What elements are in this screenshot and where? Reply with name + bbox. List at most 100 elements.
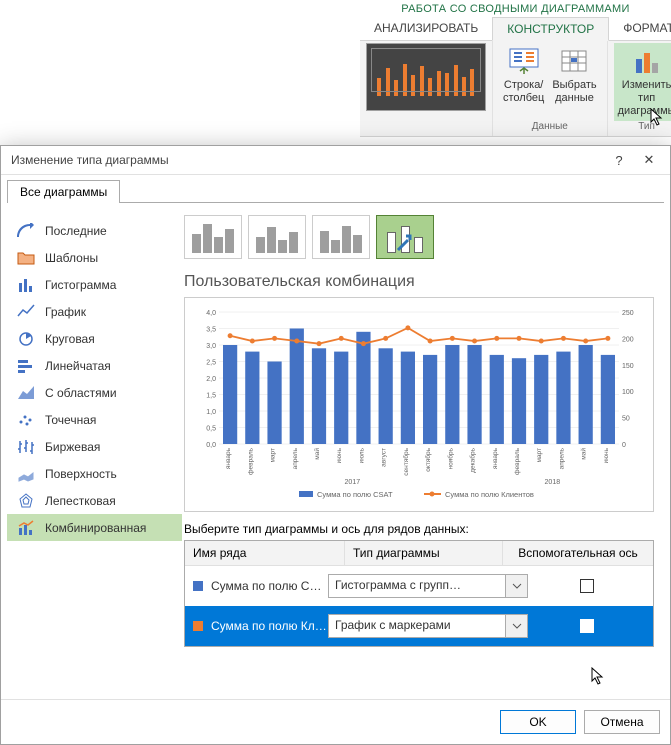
select-data-button[interactable]: Выбрать данные <box>548 43 600 121</box>
series-type-select-0[interactable]: Гистограмма с групп… <box>328 574 528 598</box>
chart-preview: 0,00,51,01,52,02,53,03,54,00501001502002… <box>187 304 651 504</box>
tab-design[interactable]: КОНСТРУКТОР <box>492 17 609 41</box>
switch-icon <box>508 45 540 77</box>
series-name-0: Сумма по полю CS… <box>211 579 328 593</box>
cancel-button[interactable]: Отмена <box>584 710 660 734</box>
right-panel: Пользовательская комбинация 0,00,51,01,5… <box>182 209 664 699</box>
svg-text:декабрь: декабрь <box>469 447 477 472</box>
ribbon-group-styles-label <box>425 121 428 134</box>
subtype-row <box>184 215 654 259</box>
type-combo[interactable]: Комбинированная <box>7 514 182 541</box>
series-swatch-0 <box>193 581 203 591</box>
switch-row-col-button[interactable]: Строка/ столбец <box>499 43 548 121</box>
change-type-icon <box>631 45 663 77</box>
svg-text:50: 50 <box>622 416 630 423</box>
type-stock[interactable]: Биржевая <box>7 433 182 460</box>
svg-text:100: 100 <box>622 389 634 396</box>
area-icon <box>17 385 35 401</box>
series-header: Имя ряда Тип диаграммы Вспомогательная о… <box>185 541 653 566</box>
svg-text:0,0: 0,0 <box>206 442 216 449</box>
type-bar[interactable]: Линейчатая <box>7 352 182 379</box>
series-swatch-1 <box>193 621 203 631</box>
chevron-down-icon <box>505 575 527 597</box>
svg-text:март: март <box>536 448 543 463</box>
svg-text:октябрь: октябрь <box>424 447 432 471</box>
svg-text:4,0: 4,0 <box>206 310 216 317</box>
help-button[interactable]: ? <box>604 153 634 168</box>
ribbon-group-styles <box>360 41 493 136</box>
bar-icon <box>17 358 35 374</box>
svg-text:январь: январь <box>492 447 499 469</box>
ribbon-body: Строка/ столбец Выбрать данные Данные Из… <box>360 41 671 137</box>
pie-icon <box>17 331 35 347</box>
dialog-tabs: Все диаграммы <box>1 175 670 202</box>
stock-icon <box>17 439 35 455</box>
svg-text:3,5: 3,5 <box>206 327 216 334</box>
ribbon-tabstrip: АНАЛИЗИРОВАТЬ КОНСТРУКТОР ФОРМАТ <box>360 17 671 41</box>
ribbon-context-title: РАБОТА СО СВОДНЫМИ ДИАГРАММАМИ <box>360 0 671 17</box>
tab-all-charts[interactable]: Все диаграммы <box>7 180 120 203</box>
svg-text:150: 150 <box>622 363 634 370</box>
series-row-1[interactable]: Сумма по полю Кл… График с маркерами <box>185 606 653 646</box>
tab-analyze[interactable]: АНАЛИЗИРОВАТЬ <box>360 17 492 40</box>
svg-text:апрель: апрель <box>558 447 565 469</box>
subtype-3[interactable] <box>312 215 370 259</box>
svg-text:август: август <box>381 448 388 467</box>
chart-type-list: Последние Шаблоны Гистограмма График Кру… <box>7 209 182 699</box>
dialog-title: Изменение типа диаграммы <box>11 153 604 167</box>
type-scatter[interactable]: Точечная <box>7 406 182 433</box>
ribbon-group-data-label: Данные <box>532 121 568 134</box>
close-button[interactable]: ✕ <box>634 152 664 168</box>
type-radar[interactable]: Лепестковая <box>7 487 182 514</box>
svg-text:2018: 2018 <box>545 479 561 486</box>
subtype-custom[interactable] <box>376 215 434 259</box>
svg-text:сентябрь: сентябрь <box>402 447 410 475</box>
chart-style-gallery[interactable] <box>366 43 486 111</box>
svg-text:март: март <box>270 448 277 463</box>
svg-text:1,5: 1,5 <box>206 393 216 400</box>
column-icon <box>17 277 35 293</box>
radar-icon <box>17 493 35 509</box>
type-pie[interactable]: Круговая <box>7 325 182 352</box>
type-column[interactable]: Гистограмма <box>7 271 182 298</box>
ok-button[interactable]: OK <box>500 710 576 734</box>
recent-icon <box>17 223 35 239</box>
type-templates[interactable]: Шаблоны <box>7 244 182 271</box>
dialog-titlebar: Изменение типа диаграммы ? ✕ <box>1 146 670 175</box>
type-recent[interactable]: Последние <box>7 217 182 244</box>
chevron-down-icon <box>505 615 527 637</box>
svg-text:200: 200 <box>622 336 634 343</box>
scatter-icon <box>17 412 35 428</box>
type-area[interactable]: С областями <box>7 379 182 406</box>
svg-text:Сумма по полю CSAT: Сумма по полю CSAT <box>317 490 393 499</box>
series-table: Имя ряда Тип диаграммы Вспомогательная о… <box>184 540 654 647</box>
subtype-2[interactable] <box>248 215 306 259</box>
type-surface[interactable]: Поверхность <box>7 460 182 487</box>
secondary-axis-check-0[interactable] <box>580 579 594 593</box>
svg-text:2,5: 2,5 <box>206 360 216 367</box>
select-data-icon <box>558 45 590 77</box>
tab-format[interactable]: ФОРМАТ <box>609 17 671 40</box>
svg-text:июнь: июнь <box>603 447 610 463</box>
line-icon <box>17 304 35 320</box>
secondary-axis-check-1[interactable] <box>580 619 594 633</box>
type-line[interactable]: График <box>7 298 182 325</box>
change-chart-type-button[interactable]: Изменить тип диаграммы <box>614 43 671 121</box>
svg-text:0: 0 <box>622 442 626 449</box>
header-name: Имя ряда <box>185 541 345 565</box>
svg-text:май: май <box>580 448 588 460</box>
series-row-0[interactable]: Сумма по полю CS… Гистограмма с групп… <box>185 566 653 606</box>
svg-text:1,0: 1,0 <box>206 409 216 416</box>
preview-box: 0,00,51,01,52,02,53,03,54,00501001502002… <box>184 297 654 512</box>
series-type-select-1[interactable]: График с маркерами <box>328 614 528 638</box>
ribbon-group-type: Изменить тип диаграммы Тип <box>608 41 671 136</box>
change-chart-type-dialog: Изменение типа диаграммы ? ✕ Все диаграм… <box>0 145 671 745</box>
svg-text:2017: 2017 <box>345 479 361 486</box>
svg-text:3,0: 3,0 <box>206 343 216 350</box>
preview-title: Пользовательская комбинация <box>184 273 654 291</box>
ribbon-group-data: Строка/ столбец Выбрать данные Данные <box>493 41 608 136</box>
dialog-footer: OK Отмена <box>1 699 670 744</box>
series-name-1: Сумма по полю Кл… <box>211 619 328 633</box>
svg-text:февраль: февраль <box>514 447 521 474</box>
subtype-1[interactable] <box>184 215 242 259</box>
